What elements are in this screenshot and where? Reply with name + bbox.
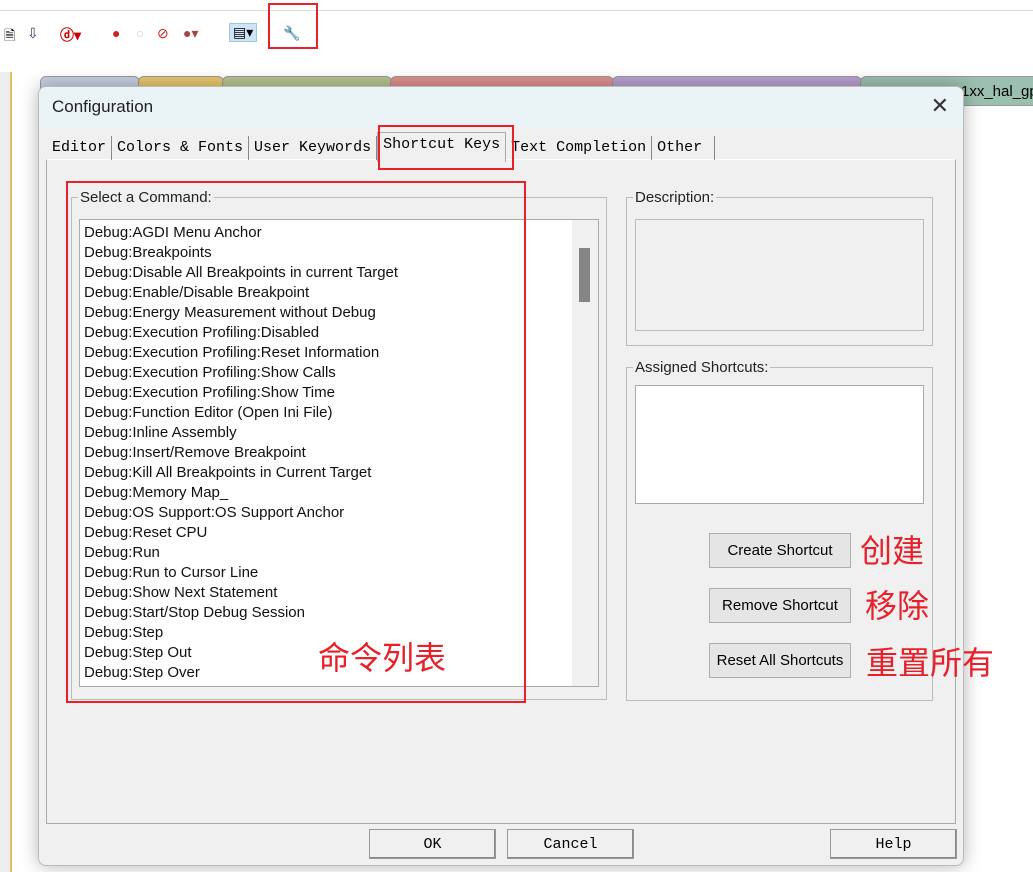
document-icon[interactable]: 🗎 [4,25,15,49]
editor-gutter [0,72,12,872]
assigned-shortcuts-list[interactable] [635,385,924,504]
toolbar: 🗎 ⇩ ⓓ▾ ● ○ ⊘ ●▾ ▤▾ 🔧 [0,10,1033,43]
debug-zoom-icon[interactable]: ⓓ▾ [60,25,81,45]
create-shortcut-button[interactable]: Create Shortcut [709,533,851,568]
highlight-command-list [66,181,526,703]
watch-icon[interactable]: ●▾ [183,25,198,42]
scrollbar[interactable] [572,220,598,686]
tab-colors-fonts[interactable]: Colors & Fonts [112,136,250,160]
highlight-shortcut-tab [378,125,514,170]
breakpoint-icon[interactable]: ● [112,25,120,41]
tab-editor[interactable]: Editor [47,136,113,160]
assigned-shortcuts-label: Assigned Shortcuts: [633,359,771,376]
tab-text-completion[interactable]: Text Completion [506,136,653,160]
tab-other[interactable]: Other [652,136,716,160]
annotation-remove: 移除 [865,587,930,625]
cancel-button[interactable]: Cancel [507,829,634,859]
annotation-create: 创建 [860,532,925,570]
scrollbar-thumb[interactable] [579,248,590,302]
description-group: Description: [626,189,933,346]
doc-tab-label: 1xx_hal_gp [961,83,1033,100]
description-label: Description: [633,189,717,206]
help-button[interactable]: Help [830,829,957,859]
title-bar: Configuration [39,87,963,127]
highlight-wrench [268,3,318,49]
annotation-reset: 重置所有 [866,644,995,682]
download-icon[interactable]: ⇩ [27,25,39,42]
tab-user-keywords[interactable]: User Keywords [249,136,378,160]
reset-all-shortcuts-button[interactable]: Reset All Shortcuts [709,643,851,678]
annotation-list: 命令列表 [318,639,447,677]
remove-shortcut-button[interactable]: Remove Shortcut [709,588,851,623]
ok-button[interactable]: OK [369,829,496,859]
disabled-breakpoint-icon[interactable]: ○ [136,25,144,41]
close-icon[interactable]: ✕ [931,93,949,119]
window-icon[interactable]: ▤▾ [229,23,258,42]
description-box [635,219,924,331]
kill-breakpoints-icon[interactable]: ⊘ [157,25,169,42]
dialog-title: Configuration [52,97,154,116]
